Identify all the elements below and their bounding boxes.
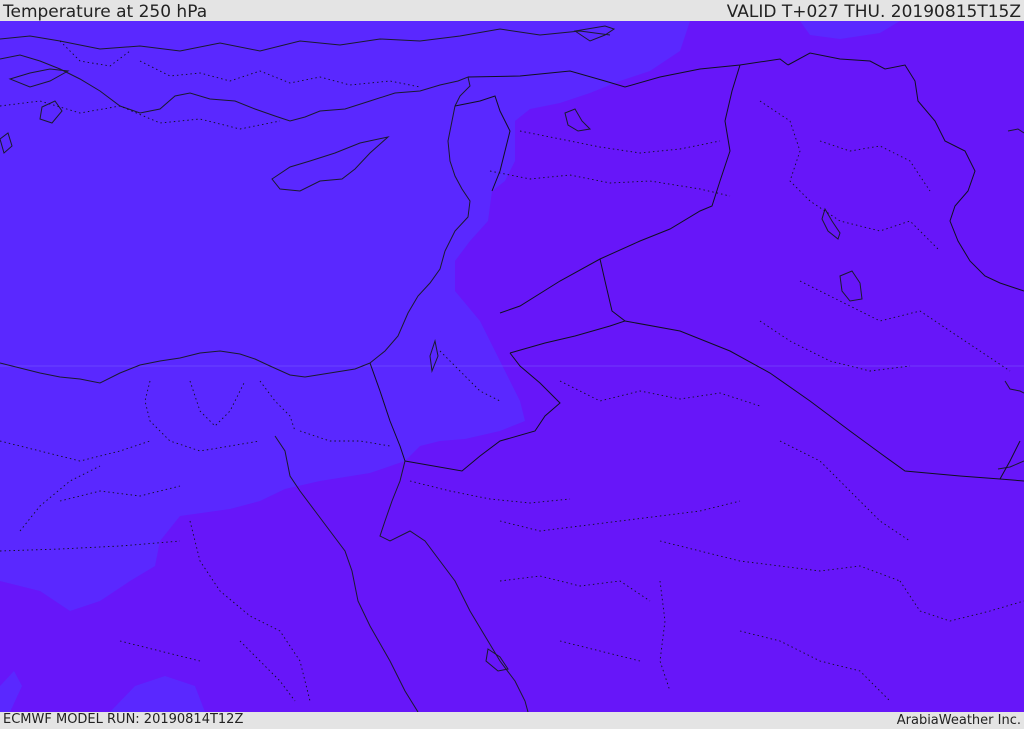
- model-run-label: ECMWF MODEL RUN: 20190814T12Z: [3, 712, 244, 727]
- credit-label: ArabiaWeather Inc.: [896, 713, 1021, 728]
- map-footer: ECMWF MODEL RUN: 20190814T12Z ArabiaWeat…: [0, 712, 1024, 729]
- map-title: Temperature at 250 hPa: [3, 2, 208, 22]
- valid-time-label: VALID T+027 THU. 20190815T15Z: [726, 2, 1021, 22]
- temperature-map: [0, 21, 1024, 712]
- map-header: Temperature at 250 hPa VALID T+027 THU. …: [0, 0, 1024, 21]
